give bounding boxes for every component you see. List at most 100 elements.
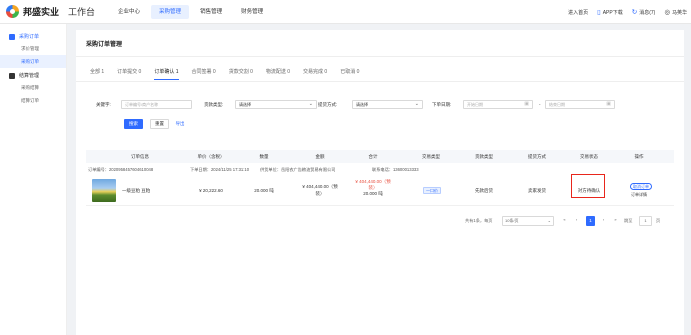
top-nav-finance[interactable]: 财务管理 [233,5,271,19]
first-page-button[interactable]: « [560,216,569,226]
status-tabs: 全部 1 订单提交 0 订单确认 1 合同签署 0 货款交割 0 物流配送 0 … [90,68,372,81]
export-button[interactable]: 导出 [173,119,187,129]
next-page-button[interactable]: › [599,216,608,226]
page-size-value: 10条/页 [505,218,519,223]
messages-link[interactable]: ↻ 消息(7) [632,8,656,16]
prev-page-button[interactable]: ‹ [572,216,581,226]
amount: ¥ 404,440.00（预 装） [298,183,342,197]
jump-label: 跳至 [624,218,633,223]
order-number: 订单编号：2020958457604610048 [88,167,154,172]
top-nav-enterprise[interactable]: 企业中心 [110,5,148,19]
quantity: 20.000 吨 [254,188,274,193]
chevron-down-icon: ⌄ [547,218,551,223]
end-date-input[interactable]: 结束日期 ▣ [545,100,615,109]
th-unit-price: 单价（含税） [197,154,225,159]
order-date: 下单日期：2024/11/25 17:31:10 [190,167,250,172]
th-order-info: 订单信息 [131,154,149,159]
amount-line2: 装） [315,191,325,196]
payment-type-label: 货款类型: [204,102,224,107]
settlement-icon [9,72,15,79]
date-separator: - [539,102,541,107]
pickup-method: 卖家发货 [528,188,546,193]
chevron-down-icon: ⌄ [414,101,419,107]
jump-page-input[interactable]: 1 [639,216,652,226]
search-button[interactable]: 搜索 [124,119,143,129]
top-nav: 企业中心 采购管理 销售管理 财务管理 [110,0,274,24]
pagination-total: 共有1条，每页 [465,218,493,223]
start-date-input[interactable]: 开始日期 ▣ [463,100,533,109]
top-bar: 邦盛实业 工作台 企业中心 采购管理 销售管理 财务管理 进入首页 ▯ APP下载… [0,0,691,24]
th-amount: 金额 [315,154,325,159]
table-header: 订单信息 单价（含税） 数量 金额 合计 交易类型 货款类型 提货方式 交易状态… [86,150,674,163]
pickup-select[interactable]: 请选择 ⌄ [352,100,423,109]
cancel-order-button[interactable]: 取消订单 [630,183,652,190]
keyword-label: 关键字: [96,102,111,107]
order-detail-link[interactable]: 订单详情 [631,192,647,198]
tab-cancelled[interactable]: 已取消 0 [340,68,359,81]
calendar-icon: ▣ [606,101,611,107]
keyword-input[interactable]: 订单编号/商户名称 [121,100,192,109]
tab-confirm[interactable]: 订单确认 1 [154,68,179,81]
last-page-button[interactable]: » [611,216,620,226]
payment-type: 先款后货 [475,188,493,193]
page-size-select[interactable]: 10条/页 ⌄ [502,216,554,226]
th-total: 合计 [368,154,378,159]
amount-line1: ¥ 404,440.00（预 [302,184,338,189]
unit-price: ¥ 20,222.60 [199,188,223,193]
refresh-icon: ↻ [631,9,638,16]
top-right-actions: 进入首页 ▯ APP下载 ↻ 消息(7) ◎ 马英华 [559,0,687,24]
app-download-label: APP下载 [602,9,623,16]
workbench-title: 工作台 [68,7,96,17]
start-date-placeholder: 开始日期 [467,102,483,107]
product-name: 一级豆粕 豆粕 [122,188,151,193]
user-menu[interactable]: ◎ 马英华 [664,8,687,16]
phone-icon: ▯ [597,9,601,16]
tab-all[interactable]: 全部 1 [90,68,104,81]
th-trade-type: 交易类型 [422,154,440,159]
product-image [92,179,116,202]
page-1-button[interactable]: 1 [586,216,595,226]
chevron-down-icon: ⌄ [308,101,313,107]
page-suffix: 页 [656,218,661,223]
home-link[interactable]: 进入首页 [568,9,588,16]
home-link-label: 进入首页 [568,9,589,16]
order-icon [9,33,15,40]
sidebar: 采购订单 求价管理 采购订单 结算管理 采购结算 结算订单 [0,24,67,335]
tab-completed[interactable]: 交易完成 0 [303,68,327,81]
user-name: 马英华 [671,9,687,16]
divider [76,56,684,57]
top-nav-purchase[interactable]: 采购管理 [151,4,190,19]
brand-logo[interactable]: 邦盛实业 [6,5,59,18]
th-status: 交易状态 [580,154,598,159]
order-date-label: 下单日期: [432,102,452,107]
tab-contract[interactable]: 合同签署 0 [192,68,216,81]
pickup-value: 请选择 [356,102,368,107]
contact-phone: 联系电话：13600013333 [372,167,419,172]
th-payment-type: 货款类型 [475,154,493,159]
brand-name: 邦盛实业 [23,7,60,17]
th-quantity: 数量 [259,154,269,159]
top-nav-sales[interactable]: 销售管理 [192,5,230,19]
end-date-placeholder: 结束日期 [549,102,565,107]
sidebar-group-title-purchase[interactable]: 采购订单 [0,31,66,42]
sidebar-group-purchase: 采购订单 求价管理 采购订单 [0,31,66,68]
sidebar-item-inquiry[interactable]: 求价管理 [0,42,66,55]
sidebar-item-settlement-order[interactable]: 结算订单 [0,94,66,107]
sidebar-item-purchase-settlement[interactable]: 采购结算 [0,81,66,94]
page-title: 采购订单管理 [86,42,123,48]
sidebar-group-title-settlement[interactable]: 结算管理 [0,70,66,81]
tab-payment[interactable]: 货款交割 0 [229,68,253,81]
tab-submitted[interactable]: 订单提交 0 [117,68,141,81]
sidebar-group-label: 结算管理 [19,73,40,79]
tab-logistics[interactable]: 物流配送 0 [266,68,290,81]
sidebar-item-purchase-order[interactable]: 采购订单 [0,55,66,68]
payment-type-select[interactable]: 请选择 ⌄ [235,100,317,109]
app-download-link[interactable]: ▯ APP下载 [597,8,623,16]
sidebar-group-label: 采购订单 [19,34,40,40]
reset-button[interactable]: 重置 [150,119,169,129]
total-quantity: 20.000 吨 [363,191,383,196]
user-icon: ◎ [664,9,670,16]
logo-icon [6,5,19,18]
payment-type-value: 请选择 [239,102,251,107]
pickup-label: 提货方式: [318,102,338,107]
